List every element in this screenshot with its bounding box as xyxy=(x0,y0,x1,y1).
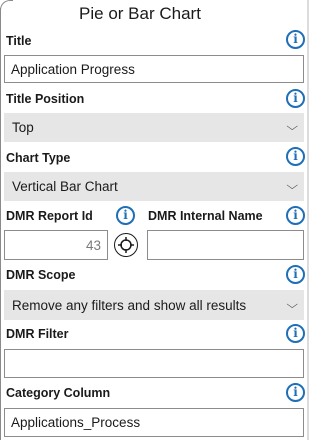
crosshair-button[interactable] xyxy=(114,233,138,257)
info-icon[interactable]: i xyxy=(286,30,305,49)
dmr-report-id-label: DMR Report Id xyxy=(6,209,93,223)
panel-title: Pie or Bar Chart xyxy=(79,4,201,23)
chart-type-value: Vertical Bar Chart xyxy=(12,179,118,194)
dmr-scope-value: Remove any filters and show all results xyxy=(12,297,247,313)
dmr-internal-name-input[interactable] xyxy=(147,230,304,260)
info-icon[interactable]: i xyxy=(286,265,305,284)
chevron-down-icon: ⌵ xyxy=(285,298,298,311)
title-position-select[interactable]: Top ⌵ xyxy=(4,113,304,142)
chevron-down-icon: ⌵ xyxy=(285,121,298,133)
title-input[interactable]: Application Progress xyxy=(4,55,304,83)
title-position-value: Top xyxy=(12,120,34,135)
panel-border-left xyxy=(0,8,1,440)
chevron-down-icon: ⌵ xyxy=(285,180,298,192)
info-icon[interactable]: i xyxy=(116,206,135,225)
info-icon[interactable]: i xyxy=(286,324,305,343)
dmr-internal-name-label: DMR Internal Name xyxy=(148,209,263,223)
title-position-label: Title Position xyxy=(6,92,85,106)
category-column-label: Category Column xyxy=(6,386,111,400)
dmr-scope-label: DMR Scope xyxy=(6,268,76,282)
title-label: Title xyxy=(6,34,32,48)
crosshair-icon xyxy=(118,237,134,253)
info-icon[interactable]: i xyxy=(286,383,305,402)
category-column-input[interactable]: Applications_Process xyxy=(4,408,304,437)
chart-type-label: Chart Type xyxy=(6,151,71,165)
panel-scrollbar-edge[interactable] xyxy=(307,0,309,440)
info-icon[interactable]: i xyxy=(286,206,305,225)
dmr-filter-label: DMR Filter xyxy=(6,327,69,341)
dmr-report-id-input[interactable]: 43 xyxy=(4,230,108,260)
dmr-filter-input[interactable] xyxy=(4,349,304,378)
dmr-scope-select[interactable]: Remove any filters and show all results … xyxy=(4,290,304,320)
chart-type-select[interactable]: Vertical Bar Chart ⌵ xyxy=(4,172,304,201)
info-icon[interactable]: i xyxy=(286,89,305,108)
info-icon[interactable]: i xyxy=(286,147,305,166)
